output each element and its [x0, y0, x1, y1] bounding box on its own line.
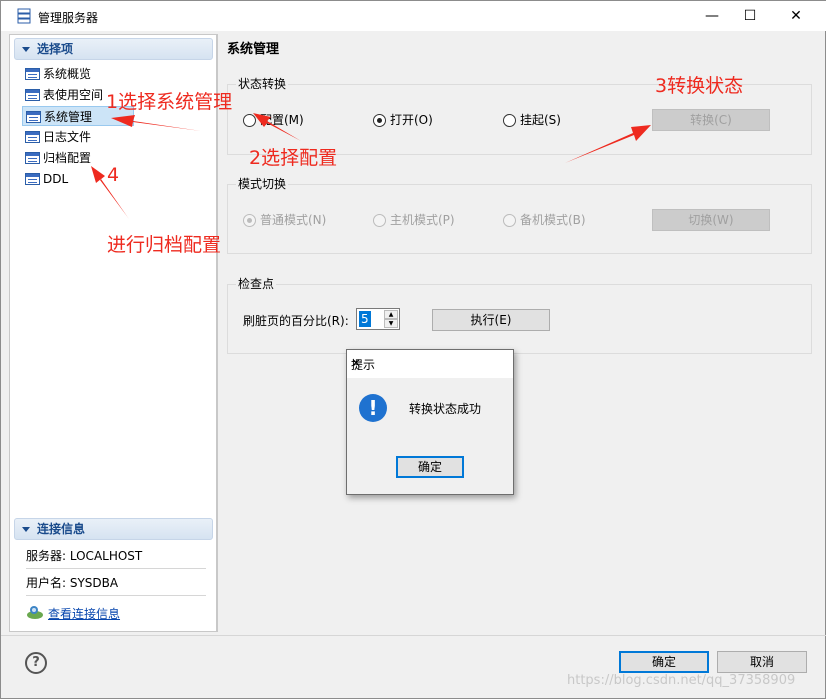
manage-server-window: 管理服务器 — ☐ ✕ 选择项 系统概览 表使用空间 系统管理 日志文件 归档配… — [0, 0, 826, 699]
annotation-step-4: 4 — [107, 164, 120, 186]
annotation-step-4-text: 进行归档配置 — [107, 234, 222, 256]
arrow-3 — [565, 125, 651, 163]
annotation-step-3: 3转换状态 — [655, 75, 744, 97]
watermark: https://blog.csdn.net/qq_37358909 — [567, 673, 796, 688]
arrow-1 — [111, 115, 201, 131]
arrow-2 — [253, 113, 301, 141]
annotation-step-2: 2选择配置 — [249, 147, 338, 169]
annotation-step-1: 1选择系统管理 — [106, 91, 233, 113]
